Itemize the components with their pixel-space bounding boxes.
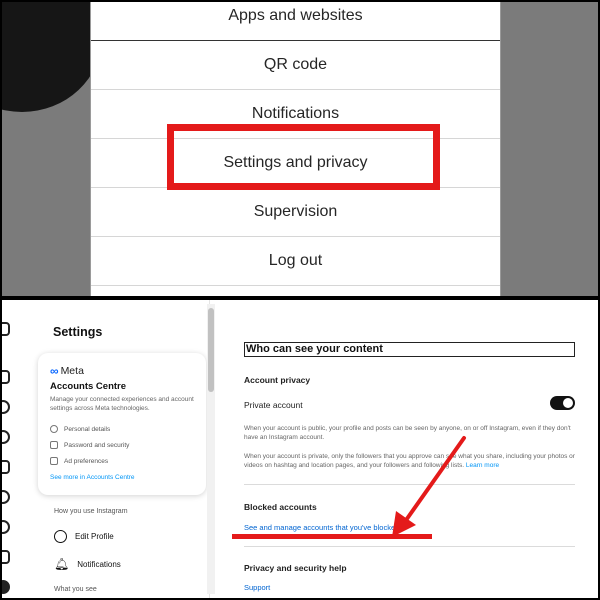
annotation-arrow-icon: [392, 436, 466, 537]
page-title: Who can see your content: [244, 342, 575, 357]
privacy-help-heading: Privacy and security help: [244, 563, 347, 573]
reels-icon[interactable]: [2, 460, 10, 474]
person-icon: [50, 425, 58, 433]
menu-item-qr-code[interactable]: QR code: [91, 41, 500, 90]
private-account-toggle[interactable]: [550, 396, 575, 410]
divider: [244, 546, 575, 547]
profile-icon: [54, 530, 67, 543]
settings-page: Settings ∞ Meta Accounts Centre Manage y…: [2, 300, 598, 598]
ad-icon: [50, 457, 58, 465]
ac-item-password-security[interactable]: Password and security: [50, 441, 129, 449]
blocked-accounts-heading: Blocked accounts: [244, 502, 317, 512]
instagram-icon[interactable]: [2, 322, 10, 336]
settings-sidebar: Settings ∞ Meta Accounts Centre Manage y…: [24, 300, 210, 598]
account-privacy-heading: Account privacy: [244, 375, 311, 385]
profile-avatar-icon[interactable]: [2, 580, 10, 594]
search-icon[interactable]: [2, 400, 10, 414]
explore-icon[interactable]: [2, 430, 10, 444]
accounts-centre-card[interactable]: ∞ Meta Accounts Centre Manage your conne…: [38, 353, 206, 495]
meta-logo: ∞ Meta: [50, 364, 84, 378]
nav-rail: [2, 300, 16, 598]
sidebar-scrollbar-thumb[interactable]: [208, 308, 214, 392]
home-icon[interactable]: [2, 370, 10, 384]
support-link[interactable]: Support: [244, 583, 270, 592]
highlight-box: [167, 124, 440, 190]
accounts-centre-title: Accounts Centre: [50, 381, 127, 392]
private-account-label: Private account: [244, 400, 303, 410]
bell-icon: 🔔︎: [54, 557, 70, 571]
manage-blocked-link[interactable]: See and manage accounts that you've bloc…: [244, 523, 399, 532]
ac-item-personal-details[interactable]: Personal details: [50, 425, 110, 433]
profile-image-partial: [2, 2, 102, 112]
accounts-centre-link[interactable]: See more in Accounts Centre: [50, 474, 135, 481]
mobile-menu-panel: Apps and websites QR code Notifications …: [2, 2, 598, 296]
accounts-centre-description: Manage your connected experiences and ac…: [50, 396, 194, 412]
messages-icon[interactable]: [2, 490, 10, 504]
create-icon[interactable]: [2, 550, 10, 564]
sidebar-item-notifications[interactable]: 🔔︎ Notifications: [54, 558, 121, 570]
menu-item-log-out[interactable]: Log out: [91, 237, 500, 286]
sidebar-title: Settings: [53, 325, 103, 339]
meta-infinity-icon: ∞: [50, 364, 59, 378]
section-how-you-use: How you use Instagram: [54, 508, 128, 515]
heart-icon[interactable]: [2, 520, 10, 534]
ac-item-ad-preferences[interactable]: Ad preferences: [50, 457, 108, 465]
menu-item-supervision[interactable]: Supervision: [91, 188, 500, 237]
shield-icon: [50, 441, 58, 449]
sidebar-item-edit-profile[interactable]: Edit Profile: [54, 530, 114, 543]
toggle-knob: [563, 398, 573, 408]
menu-item-apps-and-websites[interactable]: Apps and websites: [91, 2, 500, 41]
section-what-you-see: What you see: [54, 586, 97, 593]
